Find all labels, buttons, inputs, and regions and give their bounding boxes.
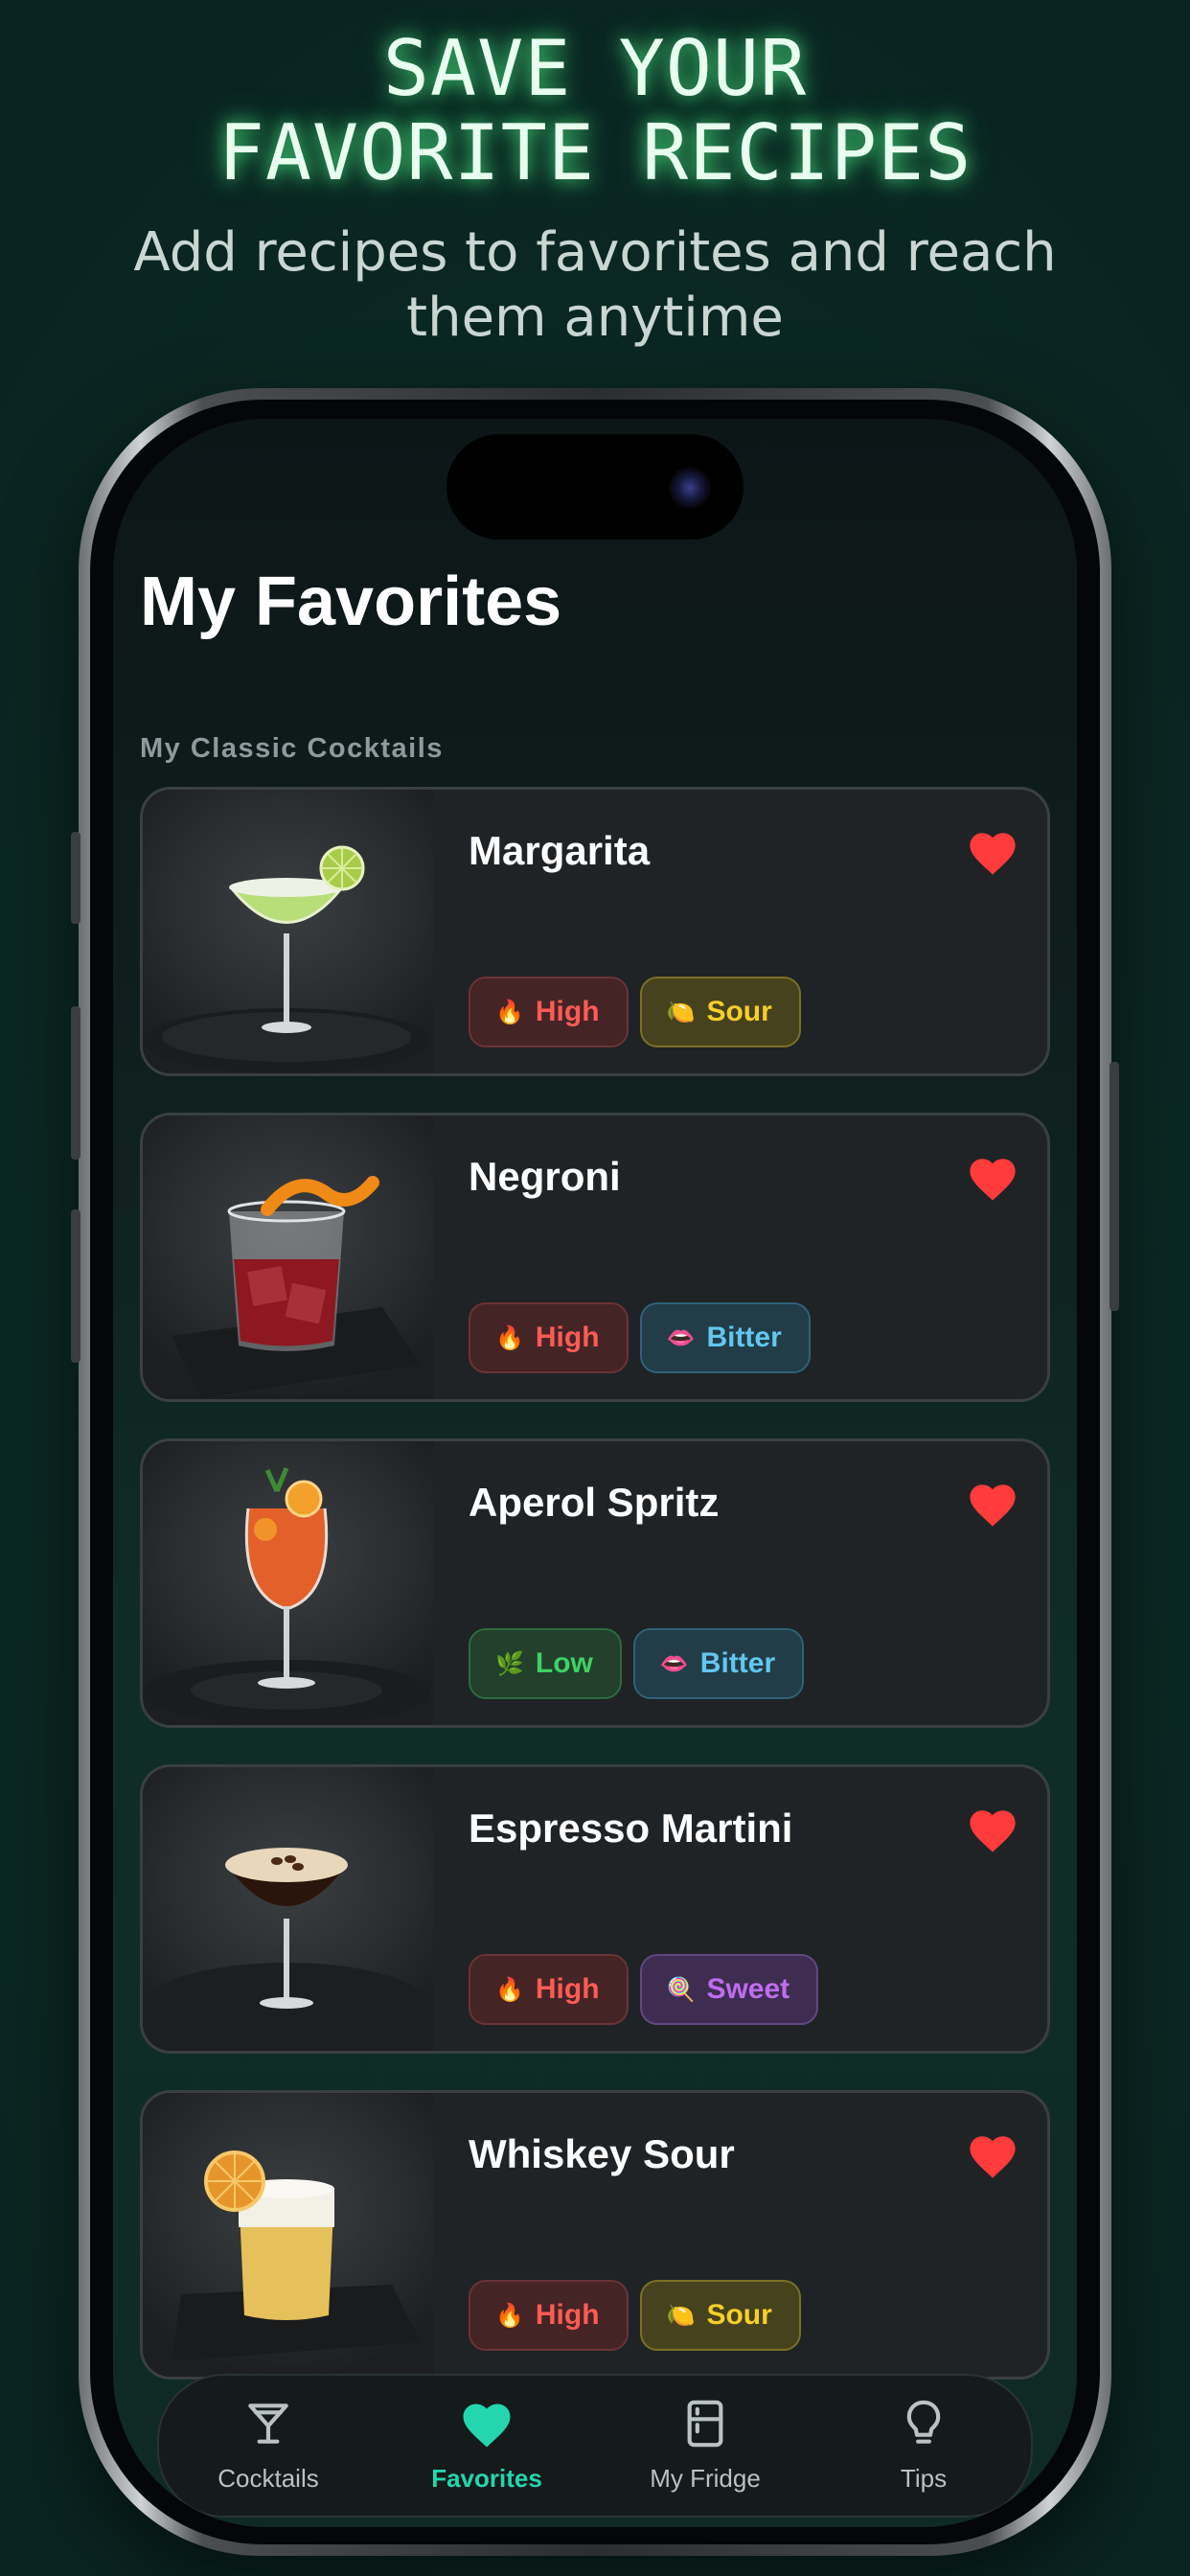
lightbulb-icon bbox=[906, 2400, 941, 2444]
promo-subheadline: Add recipes to favorites and reach them … bbox=[133, 221, 1057, 349]
tag-strength: 🔥 High bbox=[469, 2280, 629, 2351]
tag-taste: 🍭 Sweet bbox=[639, 1954, 819, 2025]
tab-label: Favorites bbox=[431, 2464, 542, 2493]
lips-icon: 👄 bbox=[666, 1324, 696, 1351]
tag-label: High bbox=[535, 1973, 600, 2005]
heart-icon[interactable] bbox=[967, 2131, 1018, 2179]
cocktail-glass-icon bbox=[248, 2404, 288, 2444]
margarita-photo bbox=[143, 790, 433, 1073]
tag-label: Bitter bbox=[706, 1322, 782, 1353]
tab-label: My Fridge bbox=[650, 2464, 761, 2493]
tag-strength: 🔥 High bbox=[469, 1954, 629, 2025]
headline-line-1: SAVE YOUR bbox=[382, 24, 808, 113]
tag-label: Bitter bbox=[699, 1647, 776, 1679]
dynamic-island bbox=[446, 434, 744, 540]
tag-label: Sour bbox=[706, 996, 772, 1027]
tag-label: High bbox=[535, 2299, 600, 2331]
cocktail-name: Whiskey Sour bbox=[469, 2131, 735, 2176]
tag-taste: 👄 Bitter bbox=[639, 1302, 811, 1373]
tag-list: 🔥 High 👄 Bitter bbox=[469, 1302, 811, 1373]
tag-taste: 🍋 Sour bbox=[639, 977, 801, 1047]
front-camera bbox=[669, 467, 711, 509]
tag-list: 🌿 Low 👄 Bitter bbox=[469, 1628, 805, 1699]
cocktail-name: Margarita bbox=[469, 828, 651, 873]
fire-icon: 🔥 bbox=[495, 1324, 524, 1351]
lollipop-icon: 🍭 bbox=[666, 1976, 696, 2003]
tag-taste: 🍋 Sour bbox=[639, 2280, 801, 2351]
heart-icon[interactable] bbox=[967, 1806, 1018, 1853]
favorite-card-aperol-spritz[interactable]: Aperol Spritz 🌿 Low 👄 Bitter bbox=[140, 1438, 1050, 1728]
tag-label: High bbox=[535, 1322, 600, 1353]
favorite-card-whiskey-sour[interactable]: Whiskey Sour 🔥 High 🍋 Sour bbox=[140, 2090, 1050, 2380]
tag-strength: 🔥 High bbox=[469, 977, 629, 1047]
tag-label: High bbox=[535, 996, 600, 1027]
tag-label: Sour bbox=[706, 2299, 772, 2331]
aperol-spritz-photo bbox=[143, 1441, 433, 1725]
tag-label: Sweet bbox=[706, 1973, 790, 2005]
phone-volume-down-button bbox=[71, 1209, 80, 1363]
lemon-icon: 🍋 bbox=[666, 2302, 696, 2329]
heart-icon[interactable] bbox=[967, 828, 1018, 876]
fridge-icon bbox=[687, 2400, 723, 2448]
tag-label: Low bbox=[535, 1647, 593, 1679]
headline-line-2: FAVORITE RECIPES bbox=[217, 108, 973, 197]
tag-list: 🔥 High 🍋 Sour bbox=[469, 2280, 801, 2351]
lips-icon: 👄 bbox=[659, 1650, 689, 1677]
cocktail-name: Espresso Martini bbox=[469, 1806, 793, 1851]
page-title: My Favorites bbox=[140, 564, 562, 640]
heart-icon[interactable] bbox=[967, 1154, 1018, 1202]
tab-my-fridge[interactable]: My Fridge bbox=[596, 2376, 814, 2519]
phone-volume-up-button bbox=[71, 1006, 80, 1160]
cocktail-name: Negroni bbox=[469, 1154, 621, 1199]
fire-icon: 🔥 bbox=[495, 2302, 524, 2329]
whiskey-sour-photo bbox=[143, 2093, 433, 2377]
tab-label: Tips bbox=[900, 2464, 948, 2493]
section-label: My Classic Cocktails bbox=[140, 733, 444, 764]
lemon-icon: 🍋 bbox=[666, 999, 696, 1025]
tag-strength: 🔥 High bbox=[469, 1302, 629, 1373]
tab-favorites[interactable]: Favorites bbox=[378, 2376, 596, 2519]
tab-label: Cocktails bbox=[217, 2464, 319, 2493]
promo-headline: SAVE YOUR FAVORITE RECIPES bbox=[0, 27, 1190, 196]
app-screen: My Favorites My Classic Cocktails Margar… bbox=[113, 419, 1077, 2527]
negroni-photo bbox=[143, 1116, 433, 1399]
tab-cocktails[interactable]: Cocktails bbox=[159, 2376, 378, 2519]
fire-icon: 🔥 bbox=[495, 1976, 524, 2003]
favorite-card-negroni[interactable]: Negroni 🔥 High 👄 Bitter bbox=[140, 1113, 1050, 1402]
tag-strength: 🌿 Low bbox=[469, 1628, 622, 1699]
cocktail-name: Aperol Spritz bbox=[469, 1480, 720, 1525]
favorite-card-margarita[interactable]: Margarita 🔥 High 🍋 Sour bbox=[140, 787, 1050, 1076]
heart-icon bbox=[463, 2404, 511, 2448]
tag-list: 🔥 High 🍭 Sweet bbox=[469, 1954, 819, 2025]
espresso-martini-photo bbox=[143, 1767, 433, 2051]
favorite-card-espresso-martini[interactable]: Espresso Martini 🔥 High 🍭 Sweet bbox=[140, 1764, 1050, 2054]
herb-icon: 🌿 bbox=[495, 1650, 524, 1677]
phone-action-button bbox=[71, 832, 80, 924]
fire-icon: 🔥 bbox=[495, 999, 524, 1025]
heart-icon[interactable] bbox=[967, 1480, 1018, 1528]
tag-list: 🔥 High 🍋 Sour bbox=[469, 977, 801, 1047]
tab-tips[interactable]: Tips bbox=[814, 2376, 1033, 2519]
tag-taste: 👄 Bitter bbox=[632, 1628, 805, 1699]
phone-power-button bbox=[1110, 1062, 1119, 1311]
tab-bar: Cocktails Favorites My Fridge Tips bbox=[157, 2374, 1033, 2518]
